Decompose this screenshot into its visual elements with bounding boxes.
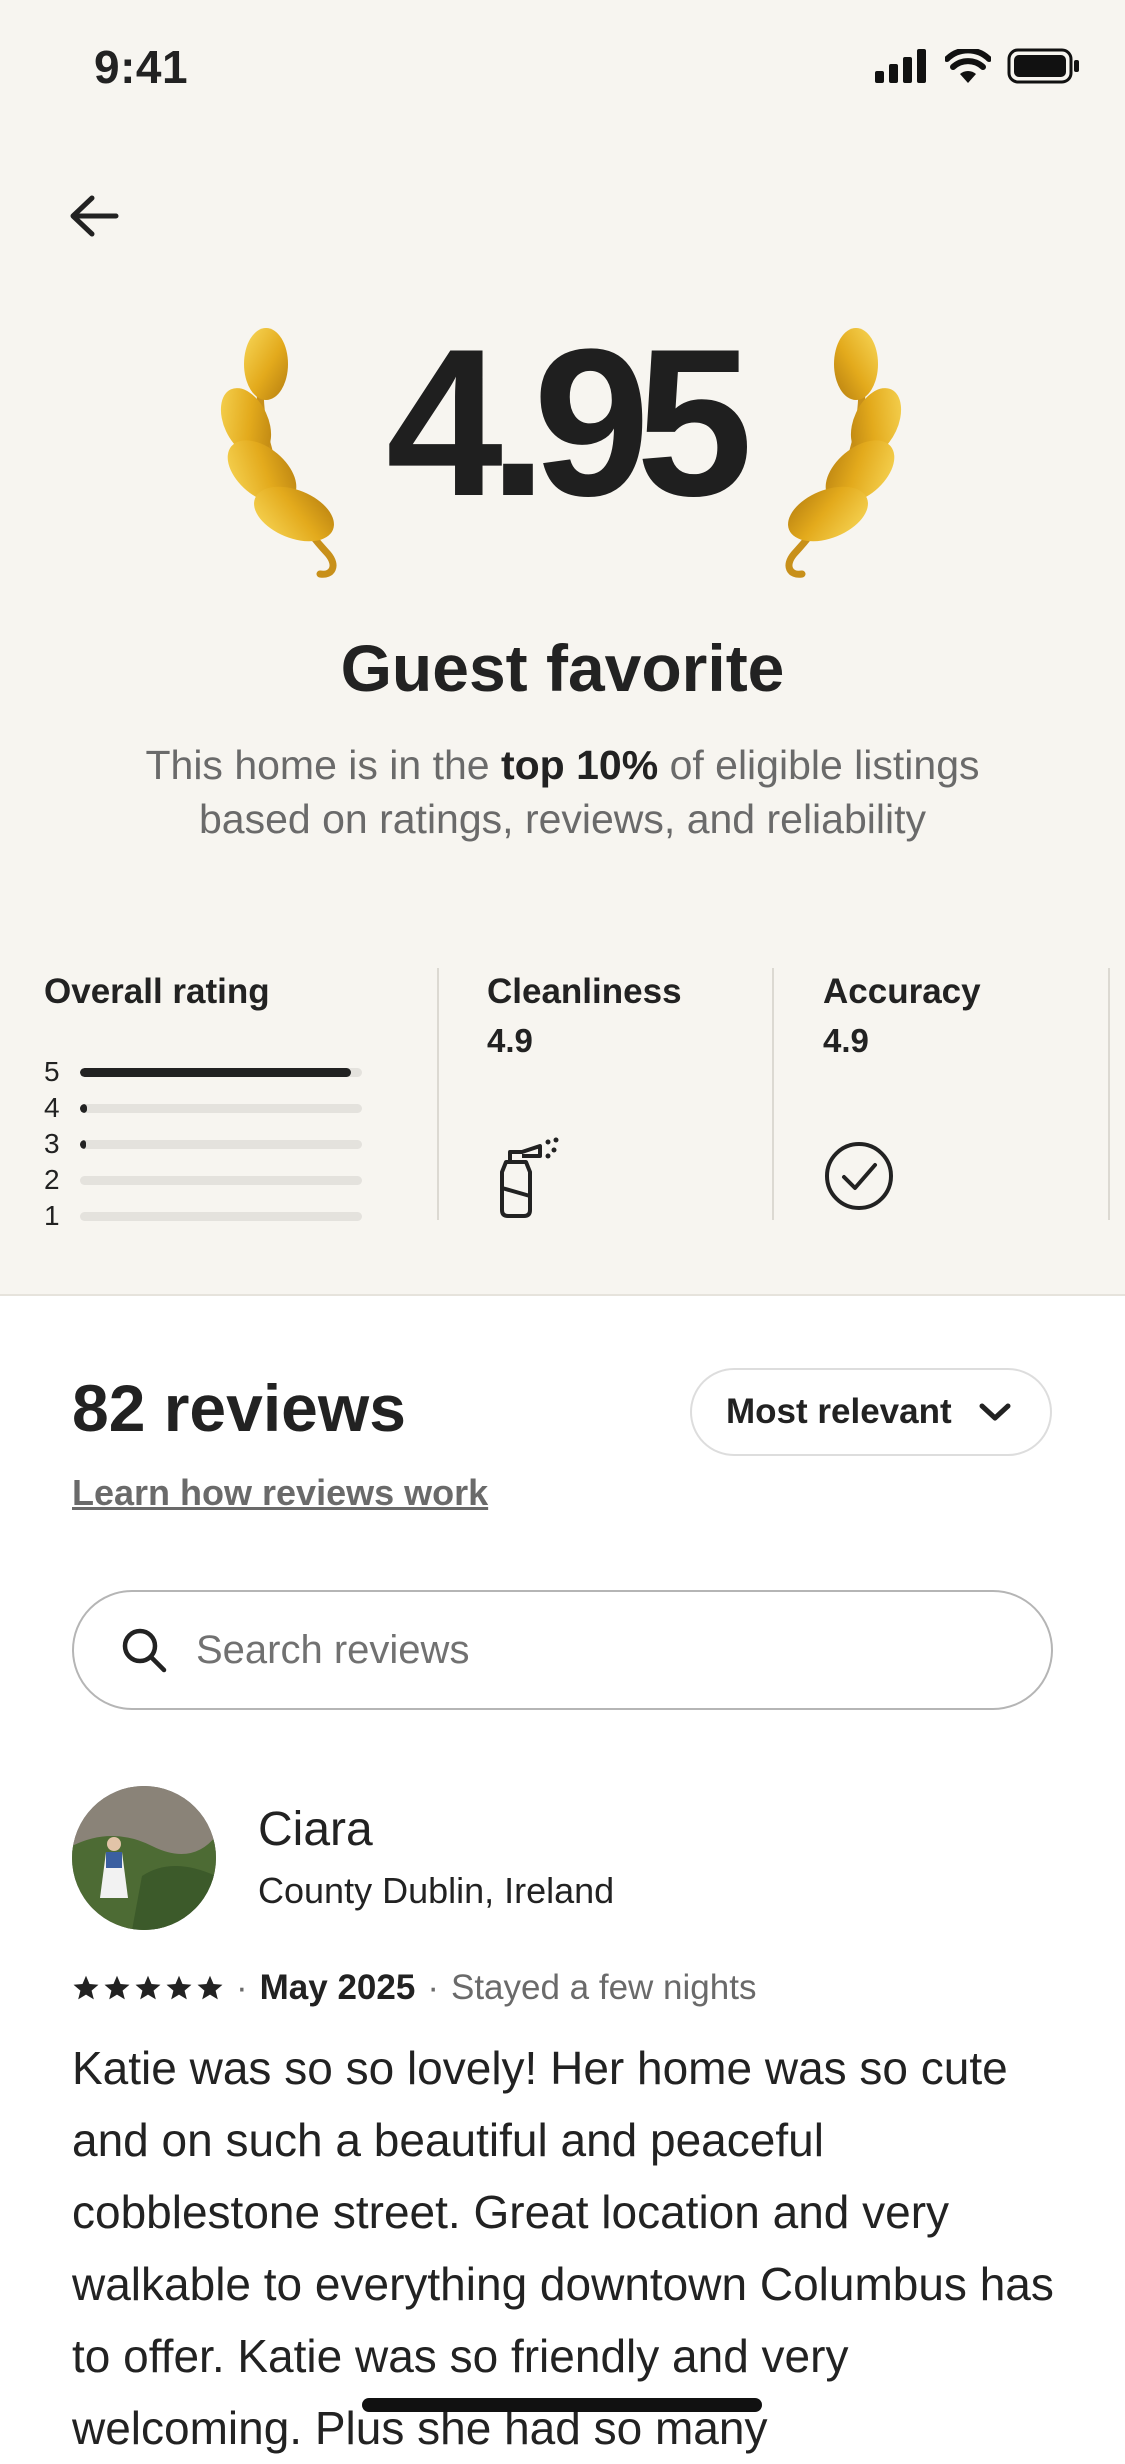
sort-dropdown[interactable]: Most relevant <box>690 1368 1052 1456</box>
desc-text-pre: This home is in the <box>145 742 501 788</box>
rating-bar-fill <box>80 1067 351 1077</box>
section-divider <box>0 1294 1125 1296</box>
star-icon <box>197 1975 223 2000</box>
review-meta: · May 2025 · Stayed a few nights <box>72 1968 756 2008</box>
avatar[interactable] <box>72 1786 216 1930</box>
rating-bar-label: 2 <box>44 1164 60 1195</box>
reviewer-name: Ciara <box>258 1803 373 1856</box>
avatar-photo <box>72 1786 216 1930</box>
rating-bar-row: 2 <box>44 1162 362 1198</box>
rating-bar-row: 3 <box>44 1126 362 1162</box>
rating-bar-track <box>80 1211 362 1221</box>
accuracy-value: 4.9 <box>823 1022 869 1059</box>
rating-categories[interactable]: Overall rating 5 4 3 2 1 Cleanliness 4.9 Acc… <box>0 968 1125 1231</box>
rating-bar-track <box>80 1103 362 1113</box>
reviews-count: 82 reviews <box>72 1371 406 1445</box>
overall-rating-label: Overall rating <box>44 972 270 1011</box>
separator-dot: · <box>427 1968 439 2007</box>
rating-bar-fill <box>80 1139 86 1149</box>
rating-bar-label: 4 <box>44 1092 60 1123</box>
rating-bar-label: 5 <box>44 1056 60 1087</box>
star-icon <box>104 1975 130 2000</box>
status-icons <box>875 48 1081 84</box>
check-circle-icon <box>825 1142 893 1210</box>
search-input[interactable] <box>194 1626 958 1674</box>
rating-bar-row: 4 <box>44 1090 362 1126</box>
search-icon <box>122 1628 167 1673</box>
star-icon <box>73 1975 99 2000</box>
battery-icon <box>1007 48 1079 84</box>
spray-bottle-icon <box>500 1137 559 1218</box>
rating-bar-row: 5 <box>44 1054 362 1090</box>
category-divider <box>437 968 439 1220</box>
guest-favorite-title: Guest favorite <box>340 631 785 705</box>
overall-rating-value: 4.95 <box>386 305 753 540</box>
learn-reviews-link[interactable]: Learn how reviews work <box>72 1472 488 1514</box>
status-time: 9:41 <box>94 41 189 93</box>
back-button[interactable] <box>62 184 126 248</box>
category-divider <box>772 968 774 1220</box>
rating-bar-track <box>80 1139 362 1149</box>
accuracy-label: Accuracy <box>823 972 981 1011</box>
home-indicator[interactable] <box>362 2398 762 2412</box>
separator-dot: · <box>236 1968 248 2007</box>
cleanliness-value: 4.9 <box>487 1022 533 1059</box>
cleanliness-label: Cleanliness <box>487 972 682 1011</box>
reviewer-location: County Dublin, Ireland <box>258 1870 615 1911</box>
rating-bar-fill <box>80 1103 88 1113</box>
rating-bar-track <box>80 1175 362 1185</box>
desc-text-highlight: top 10% <box>500 742 659 788</box>
search-reviews-field[interactable] <box>72 1590 1053 1710</box>
sort-label: Most relevant <box>726 1392 952 1431</box>
cellular-signal-icon <box>875 49 926 83</box>
arrow-left-icon <box>70 195 119 237</box>
chevron-down-icon <box>978 1401 1012 1423</box>
star-icon <box>135 1975 161 2000</box>
category-divider <box>1108 968 1110 1220</box>
review-stay-length: Stayed a few nights <box>450 1968 757 2007</box>
star-icon <box>166 1975 192 2000</box>
guest-favorite-description: This home is in the top 10% of eligible … <box>100 738 1025 846</box>
rating-bar-label: 3 <box>44 1128 60 1159</box>
rating-bar-label: 1 <box>44 1200 60 1231</box>
rating-bar-track <box>80 1067 362 1077</box>
review-date: May 2025 <box>259 1968 416 2007</box>
rating-bar-row: 1 <box>44 1198 362 1234</box>
wifi-icon <box>945 49 991 83</box>
star-rating <box>72 1974 224 2002</box>
